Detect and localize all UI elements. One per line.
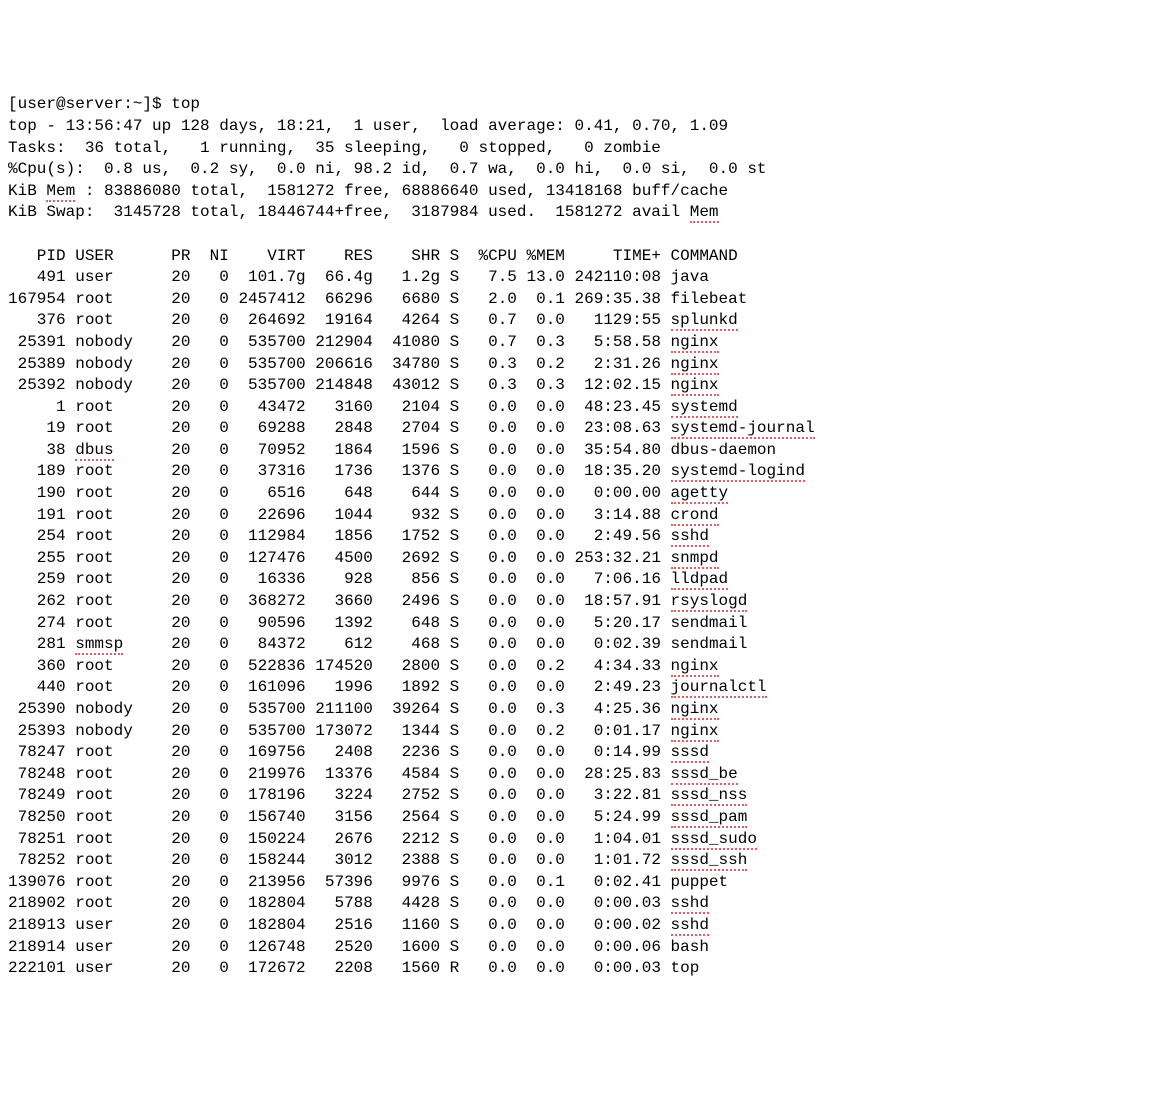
process-row: 222101 user 20 0 172672 2208 1560 R 0.0 … — [8, 958, 1164, 980]
process-row: 360 root 20 0 522836 174520 2800 S 0.0 0… — [8, 656, 1164, 678]
process-command: top — [671, 959, 700, 977]
process-command: sendmail — [671, 635, 748, 653]
process-row: 25389 nobody 20 0 535700 206616 34780 S … — [8, 354, 1164, 376]
process-row: 376 root 20 0 264692 19164 4264 S 0.7 0.… — [8, 310, 1164, 332]
process-table-header: PID USER PR NI VIRT RES SHR S %CPU %MEM … — [8, 246, 1164, 268]
process-row: 78249 root 20 0 178196 3224 2752 S 0.0 0… — [8, 785, 1164, 807]
process-command: java — [671, 268, 709, 286]
shell-prompt: [user@server:~]$ top — [8, 94, 1164, 116]
process-row: 38 dbus 20 0 70952 1864 1596 S 0.0 0.0 3… — [8, 440, 1164, 462]
process-row: 255 root 20 0 127476 4500 2692 S 0.0 0.0… — [8, 548, 1164, 570]
process-command: nginx — [671, 657, 719, 677]
process-row: 262 root 20 0 368272 3660 2496 S 0.0 0.0… — [8, 591, 1164, 613]
process-command: journalctl — [671, 678, 767, 698]
process-command: sshd — [671, 916, 709, 936]
process-row: 78252 root 20 0 158244 3012 2388 S 0.0 0… — [8, 850, 1164, 872]
process-command: rsyslogd — [671, 592, 748, 612]
process-command: sssd_be — [671, 765, 738, 785]
process-command: systemd — [671, 398, 738, 418]
process-row: 1 root 20 0 43472 3160 2104 S 0.0 0.0 48… — [8, 397, 1164, 419]
process-row: 190 root 20 0 6516 648 644 S 0.0 0.0 0:0… — [8, 483, 1164, 505]
process-command: puppet — [671, 873, 729, 891]
process-command: dbus-daemon — [671, 441, 777, 459]
process-command: sendmail — [671, 614, 748, 632]
process-row: 440 root 20 0 161096 1996 1892 S 0.0 0.0… — [8, 677, 1164, 699]
process-row: 281 smmsp 20 0 84372 612 468 S 0.0 0.0 0… — [8, 634, 1164, 656]
process-command: nginx — [671, 333, 719, 353]
process-command: crond — [671, 506, 719, 526]
terminal-output[interactable]: [user@server:~]$ toptop - 13:56:47 up 12… — [8, 94, 1164, 979]
process-row: 274 root 20 0 90596 1392 648 S 0.0 0.0 5… — [8, 613, 1164, 635]
process-command: nginx — [671, 722, 719, 742]
process-row: 78251 root 20 0 150224 2676 2212 S 0.0 0… — [8, 829, 1164, 851]
process-command: nginx — [671, 700, 719, 720]
process-row: 25390 nobody 20 0 535700 211100 39264 S … — [8, 699, 1164, 721]
process-row: 254 root 20 0 112984 1856 1752 S 0.0 0.0… — [8, 526, 1164, 548]
process-command: systemd-journal — [671, 419, 815, 439]
process-command: splunkd — [671, 311, 738, 331]
summary-swap: KiB Swap: 3145728 total, 18446744+free, … — [8, 202, 1164, 224]
process-command: sssd_pam — [671, 808, 748, 828]
process-row: 218913 user 20 0 182804 2516 1160 S 0.0 … — [8, 915, 1164, 937]
process-row: 78250 root 20 0 156740 3156 2564 S 0.0 0… — [8, 807, 1164, 829]
process-row: 218902 root 20 0 182804 5788 4428 S 0.0 … — [8, 893, 1164, 915]
process-row: 191 root 20 0 22696 1044 932 S 0.0 0.0 3… — [8, 505, 1164, 527]
process-command: sssd_nss — [671, 786, 748, 806]
process-command: nginx — [671, 376, 719, 396]
process-row: 491 user 20 0 101.7g 66.4g 1.2g S 7.5 13… — [8, 267, 1164, 289]
process-row: 218914 user 20 0 126748 2520 1600 S 0.0 … — [8, 937, 1164, 959]
process-row: 167954 root 20 0 2457412 66296 6680 S 2.… — [8, 289, 1164, 311]
process-command: sssd_sudo — [671, 830, 757, 850]
process-command: sssd_ssh — [671, 851, 748, 871]
process-command: agetty — [671, 484, 729, 504]
process-row: 139076 root 20 0 213956 57396 9976 S 0.0… — [8, 872, 1164, 894]
process-row: 259 root 20 0 16336 928 856 S 0.0 0.0 7:… — [8, 569, 1164, 591]
process-row: 78248 root 20 0 219976 13376 4584 S 0.0 … — [8, 764, 1164, 786]
summary-mem: KiB Mem : 83886080 total, 1581272 free, … — [8, 181, 1164, 203]
summary-uptime: top - 13:56:47 up 128 days, 18:21, 1 use… — [8, 116, 1164, 138]
process-command: nginx — [671, 355, 719, 375]
process-row: 25392 nobody 20 0 535700 214848 43012 S … — [8, 375, 1164, 397]
summary-tasks: Tasks: 36 total, 1 running, 35 sleeping,… — [8, 138, 1164, 160]
summary-cpu: %Cpu(s): 0.8 us, 0.2 sy, 0.0 ni, 98.2 id… — [8, 159, 1164, 181]
process-row: 189 root 20 0 37316 1736 1376 S 0.0 0.0 … — [8, 461, 1164, 483]
process-command: systemd-logind — [671, 462, 805, 482]
process-command: bash — [671, 938, 709, 956]
process-command: sshd — [671, 894, 709, 914]
process-command: lldpad — [671, 570, 729, 590]
process-row: 25393 nobody 20 0 535700 173072 1344 S 0… — [8, 721, 1164, 743]
process-row: 19 root 20 0 69288 2848 2704 S 0.0 0.0 2… — [8, 418, 1164, 440]
process-row: 25391 nobody 20 0 535700 212904 41080 S … — [8, 332, 1164, 354]
process-command: filebeat — [671, 290, 748, 308]
process-row: 78247 root 20 0 169756 2408 2236 S 0.0 0… — [8, 742, 1164, 764]
process-command: sshd — [671, 527, 709, 547]
process-command: snmpd — [671, 549, 719, 569]
process-command: sssd — [671, 743, 709, 763]
